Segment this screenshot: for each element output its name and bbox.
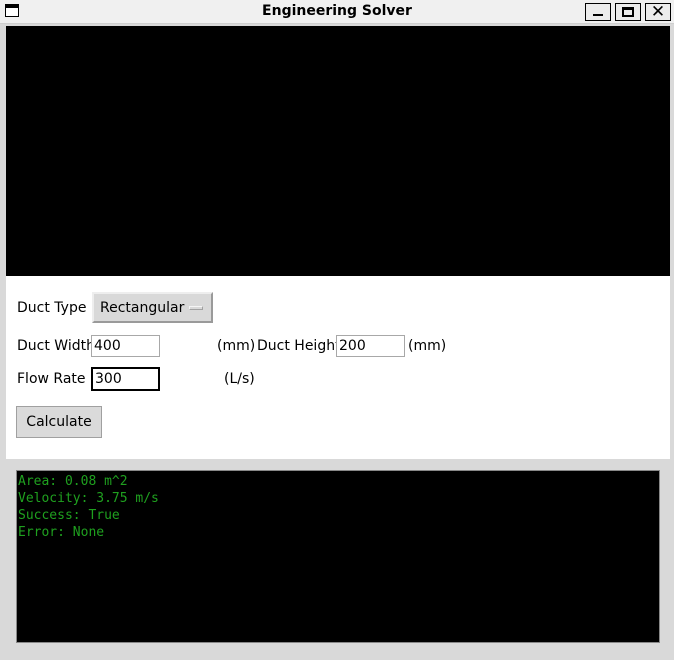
result-line-success: Success: True <box>18 508 120 523</box>
close-button[interactable]: ✕ <box>645 2 671 22</box>
duct-type-dropdown[interactable]: Rectangular <box>92 292 213 323</box>
duct-width-label: Duct Width <box>17 338 95 354</box>
flow-rate-label: Flow Rate <box>17 371 86 387</box>
duct-type-label: Duct Type <box>17 300 87 316</box>
result-line-error: Error: None <box>18 525 105 540</box>
result-line-area: Area: 0.08 m^2 <box>18 474 128 489</box>
flow-rate-unit: (L/s) <box>224 371 255 387</box>
results-output[interactable]: Area: 0.08 m^2 Velocity: 3.75 m/s Succes… <box>16 470 660 643</box>
calculate-button[interactable]: Calculate <box>16 406 102 438</box>
flow-rate-input[interactable] <box>91 367 160 391</box>
minimize-icon <box>593 14 603 16</box>
duct-height-unit: (mm) <box>408 338 447 354</box>
duct-width-unit: (mm) <box>217 338 256 354</box>
close-icon: ✕ <box>650 2 666 22</box>
duct-height-label: Duct Height <box>257 338 341 354</box>
duct-width-input[interactable] <box>91 335 160 357</box>
result-line-velocity: Velocity: 3.75 m/s <box>18 491 159 506</box>
drawing-canvas <box>6 26 670 276</box>
maximize-button[interactable] <box>615 3 641 21</box>
title-bar: Engineering Solver ✕ <box>0 0 674 24</box>
duct-height-input[interactable] <box>336 335 405 357</box>
dropdown-indicator-icon <box>189 306 203 310</box>
duct-type-selected-value: Rectangular <box>100 300 185 316</box>
window-title: Engineering Solver <box>262 3 412 19</box>
input-form: Duct Type Rectangular Duct Width (mm) Du… <box>6 276 670 459</box>
maximize-icon <box>622 7 634 17</box>
minimize-button[interactable] <box>585 3 611 21</box>
